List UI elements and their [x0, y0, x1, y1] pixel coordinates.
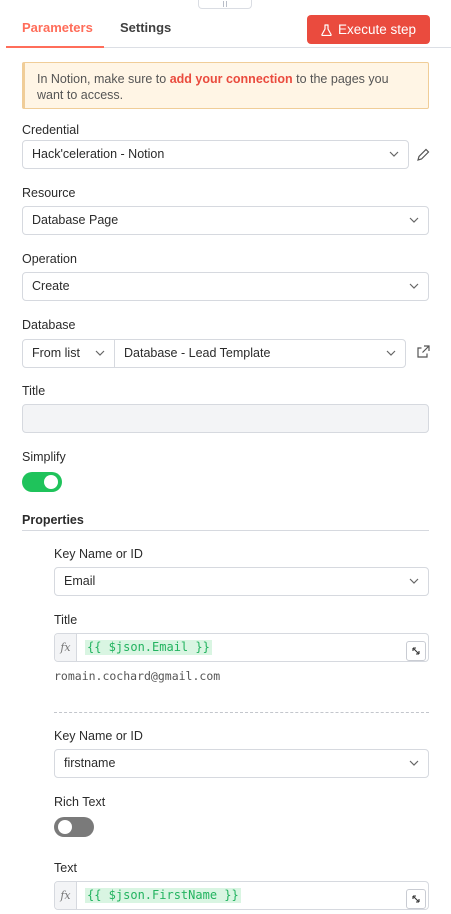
text-label: Text — [54, 861, 77, 875]
expand-icon — [412, 895, 420, 903]
key-name-value: Email — [64, 574, 96, 588]
key-name-label: Key Name or ID — [54, 547, 143, 561]
chevron-down-icon — [95, 350, 105, 356]
key-name-select[interactable]: Email — [54, 567, 429, 596]
simplify-toggle[interactable] — [22, 472, 62, 492]
title-expression-input[interactable]: fx {{ $json.Email }} — [54, 633, 429, 662]
chevron-down-icon — [389, 151, 399, 157]
expand-icon — [412, 647, 420, 655]
execute-step-label: Execute step — [337, 22, 417, 37]
title-label: Title — [22, 384, 46, 398]
expression-result: romain.cochard@gmail.com — [54, 669, 221, 683]
expression-code: {{ $json.Email }} — [85, 640, 212, 655]
add-connection-link[interactable]: add your connection — [170, 72, 293, 86]
credential-select[interactable]: Hack'celeration - Notion — [22, 140, 409, 169]
properties-heading: Properties — [22, 513, 429, 531]
flask-icon — [321, 23, 332, 36]
chevron-down-icon — [386, 350, 396, 356]
toggle-knob — [44, 475, 58, 489]
database-select[interactable]: Database - Lead Template — [114, 339, 406, 368]
chevron-down-icon — [409, 283, 419, 289]
operation-select[interactable]: Create — [22, 272, 429, 301]
chevron-down-icon — [409, 217, 419, 223]
key-name-label: Key Name or ID — [54, 729, 143, 743]
chevron-down-icon — [409, 760, 419, 766]
toggle-knob — [58, 820, 72, 834]
rich-text-label: Rich Text — [54, 795, 106, 809]
open-external-icon[interactable] — [415, 344, 431, 360]
expand-expression-button[interactable] — [406, 641, 426, 661]
title-input[interactable] — [22, 404, 429, 433]
panel-drag-handle[interactable] — [198, 0, 252, 9]
text-expression-input[interactable]: fx {{ $json.FirstName }} — [54, 881, 429, 910]
database-mode-value: From list — [32, 346, 80, 360]
resource-label: Resource — [22, 186, 76, 200]
expression-code: {{ $json.FirstName }} — [85, 888, 241, 903]
chevron-down-icon — [409, 578, 419, 584]
tab-parameters[interactable]: Parameters — [6, 20, 104, 48]
rich-text-toggle[interactable] — [54, 817, 94, 837]
simplify-label: Simplify — [22, 450, 66, 464]
execute-step-button[interactable]: Execute step — [307, 15, 430, 44]
property-divider — [54, 712, 429, 713]
notice-prefix: In Notion, make sure to — [37, 72, 170, 86]
tab-settings[interactable]: Settings — [120, 20, 171, 48]
database-mode-select[interactable]: From list — [22, 339, 115, 368]
connection-notice: In Notion, make sure to add your connect… — [22, 62, 429, 109]
credential-value: Hack'celeration - Notion — [32, 147, 165, 161]
credential-label: Credential — [22, 123, 79, 137]
edit-pencil-icon[interactable] — [415, 147, 431, 163]
expand-expression-button[interactable] — [406, 889, 426, 909]
database-value: Database - Lead Template — [124, 346, 271, 360]
key-name-select[interactable]: firstname — [54, 749, 429, 778]
property-title-label: Title — [54, 613, 78, 627]
database-label: Database — [22, 318, 76, 332]
key-name-value: firstname — [64, 756, 116, 770]
fx-icon: fx — [55, 882, 77, 909]
fx-icon: fx — [55, 634, 77, 661]
resource-select[interactable]: Database Page — [22, 206, 429, 235]
operation-label: Operation — [22, 252, 77, 266]
operation-value: Create — [32, 279, 70, 293]
resource-value: Database Page — [32, 213, 119, 227]
